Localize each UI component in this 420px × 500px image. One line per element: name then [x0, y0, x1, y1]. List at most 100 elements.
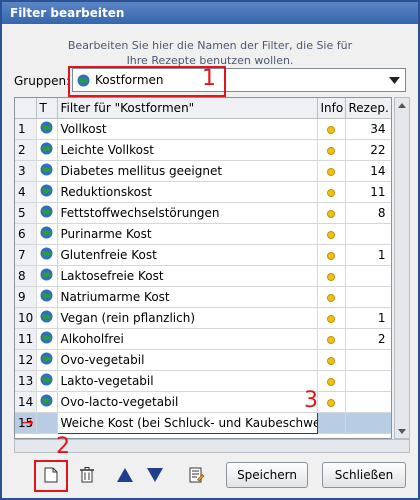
trash-icon — [80, 467, 94, 483]
type-cell — [36, 391, 58, 413]
move-down-button[interactable] — [142, 462, 168, 488]
table-row[interactable]: 6 Purinarme Kost — [15, 223, 391, 245]
globe-icon — [40, 163, 53, 179]
filter-name-cell[interactable]: Fettstoffwechselstörungen — [57, 202, 318, 224]
filter-name-cell[interactable]: Leichte Vollkost — [57, 139, 318, 161]
filter-name-cell[interactable]: Laktosefreie Kost — [57, 265, 318, 287]
table-row[interactable]: 14 Ovo-lacto-vegetabil — [15, 391, 391, 413]
col-header-info[interactable]: Info — [317, 98, 346, 119]
info-cell[interactable] — [317, 370, 346, 392]
globe-icon — [40, 142, 53, 158]
table-row[interactable]: 2 Leichte Vollkost 22 — [15, 139, 391, 161]
recipe-count-cell — [345, 349, 391, 371]
row-number: 2 — [15, 139, 37, 161]
scroll-up-icon[interactable] — [395, 98, 409, 112]
move-up-button[interactable] — [112, 462, 138, 488]
info-dot-icon — [327, 335, 335, 344]
table-row[interactable]: 4 Reduktionskost 11 — [15, 181, 391, 203]
info-cell[interactable] — [317, 118, 346, 140]
info-dot-icon — [327, 398, 335, 407]
info-cell[interactable] — [317, 328, 346, 350]
globe-icon — [40, 121, 53, 137]
table-row-editing[interactable]: 15 Weiche Kost (bei Schluck- und Kaubesch… — [15, 412, 391, 434]
type-cell — [36, 244, 58, 266]
delete-filter-button[interactable] — [74, 462, 100, 488]
type-cell — [36, 118, 58, 140]
row-number: 12 — [15, 349, 37, 371]
globe-icon — [40, 247, 53, 263]
table-row[interactable]: 10 Vegan (rein pflanzlich) 1 — [15, 307, 391, 329]
vertical-scrollbar[interactable] — [394, 97, 410, 439]
table-row[interactable]: 7 Glutenfreie Kost 1 — [15, 244, 391, 266]
info-dot-icon — [327, 125, 335, 134]
filter-name-cell[interactable]: Ovo-vegetabil — [57, 349, 318, 371]
info-cell[interactable] — [317, 349, 346, 371]
filter-name-edit-field[interactable]: Weiche Kost (bei Schluck- und Kaubeschwe… — [56, 412, 318, 434]
filter-name-cell[interactable]: Purinarme Kost — [57, 223, 318, 245]
info-cell[interactable] — [317, 181, 346, 203]
info-cell[interactable] — [317, 139, 346, 161]
filter-name-cell[interactable]: Alkoholfrei — [57, 328, 318, 350]
type-cell — [36, 223, 58, 245]
recipe-count-cell — [345, 286, 391, 308]
filter-name-cell[interactable]: Ovo-lacto-vegetabil — [57, 391, 318, 413]
table-row[interactable]: 11 Alkoholfrei 2 — [15, 328, 391, 350]
row-number: 10 — [15, 307, 37, 329]
filter-name-cell[interactable]: Natriumarme Kost — [57, 286, 318, 308]
save-button[interactable]: Speichern — [226, 462, 308, 488]
scroll-down-icon[interactable] — [395, 424, 409, 438]
info-cell[interactable] — [317, 286, 346, 308]
info-cell[interactable] — [317, 307, 346, 329]
globe-icon — [40, 205, 53, 221]
filter-name-cell[interactable]: Diabetes mellitus geeignet — [57, 160, 318, 182]
table-row[interactable]: 9 Natriumarme Kost — [15, 286, 391, 308]
type-cell — [36, 202, 58, 224]
info-cell[interactable] — [317, 223, 346, 245]
info-dot-icon — [327, 377, 335, 386]
info-cell[interactable] — [317, 244, 346, 266]
row-number: 9 — [15, 286, 37, 308]
groups-label: Gruppen: — [14, 74, 71, 88]
filter-name-cell[interactable]: Vegan (rein pflanzlich) — [57, 307, 318, 329]
filter-table: T Filter für "Kostformen" Info Rezep. 1V… — [14, 97, 392, 439]
info-cell[interactable] — [317, 202, 346, 224]
table-row[interactable]: 8 Laktosefreie Kost — [15, 265, 391, 287]
col-header-type[interactable]: T — [36, 98, 58, 119]
horizontal-scrollbar[interactable] — [14, 439, 410, 453]
new-filter-button[interactable] — [38, 462, 64, 488]
recipe-count-cell: 22 — [345, 139, 391, 161]
info-dot-icon — [327, 209, 335, 218]
filter-name-cell[interactable]: Vollkost — [57, 118, 318, 140]
col-header-filter[interactable]: Filter für "Kostformen" — [57, 98, 318, 119]
table-row[interactable]: 3 Diabetes mellitus geeignet 14 — [15, 160, 391, 182]
col-header-num[interactable] — [15, 98, 37, 119]
col-header-recipes[interactable]: Rezep. — [345, 98, 391, 119]
info-dot-icon — [327, 314, 335, 323]
table-row[interactable]: 5 Fettstoffwechselstörungen 8 — [15, 202, 391, 224]
recipe-count-cell: 11 — [345, 181, 391, 203]
globe-icon — [40, 289, 53, 305]
row-number: 7 — [15, 244, 37, 266]
table-row[interactable]: 12 Ovo-vegetabil — [15, 349, 391, 371]
edit-list-button[interactable] — [184, 462, 210, 488]
annotation-marker-1: 1 — [202, 66, 216, 91]
chevron-down-icon[interactable] — [383, 69, 405, 91]
filter-name-cell[interactable]: Reduktionskost — [57, 181, 318, 203]
recipe-count-cell: 34 — [345, 118, 391, 140]
filter-name-cell[interactable]: Lakto-vegetabil — [57, 370, 318, 392]
arrow-right-icon: → — [22, 415, 34, 431]
info-cell[interactable] — [317, 160, 346, 182]
filter-name-cell[interactable]: Glutenfreie Kost — [57, 244, 318, 266]
table-row[interactable]: 1 Vollkost 34 — [15, 118, 391, 140]
recipe-count-cell: 2 — [345, 328, 391, 350]
globe-icon — [40, 268, 53, 284]
window-title: Filter bearbeiten — [2, 2, 418, 24]
close-button[interactable]: Schließen — [322, 462, 406, 488]
info-dot-icon — [327, 167, 335, 176]
row-number: 14 — [15, 391, 37, 413]
bottom-toolbar: 2 Speichern Schließen — [2, 436, 418, 498]
table-row[interactable]: 13 Lakto-vegetabil — [15, 370, 391, 392]
row-number: 11 — [15, 328, 37, 350]
info-cell[interactable] — [317, 265, 346, 287]
info-cell[interactable] — [317, 391, 346, 413]
